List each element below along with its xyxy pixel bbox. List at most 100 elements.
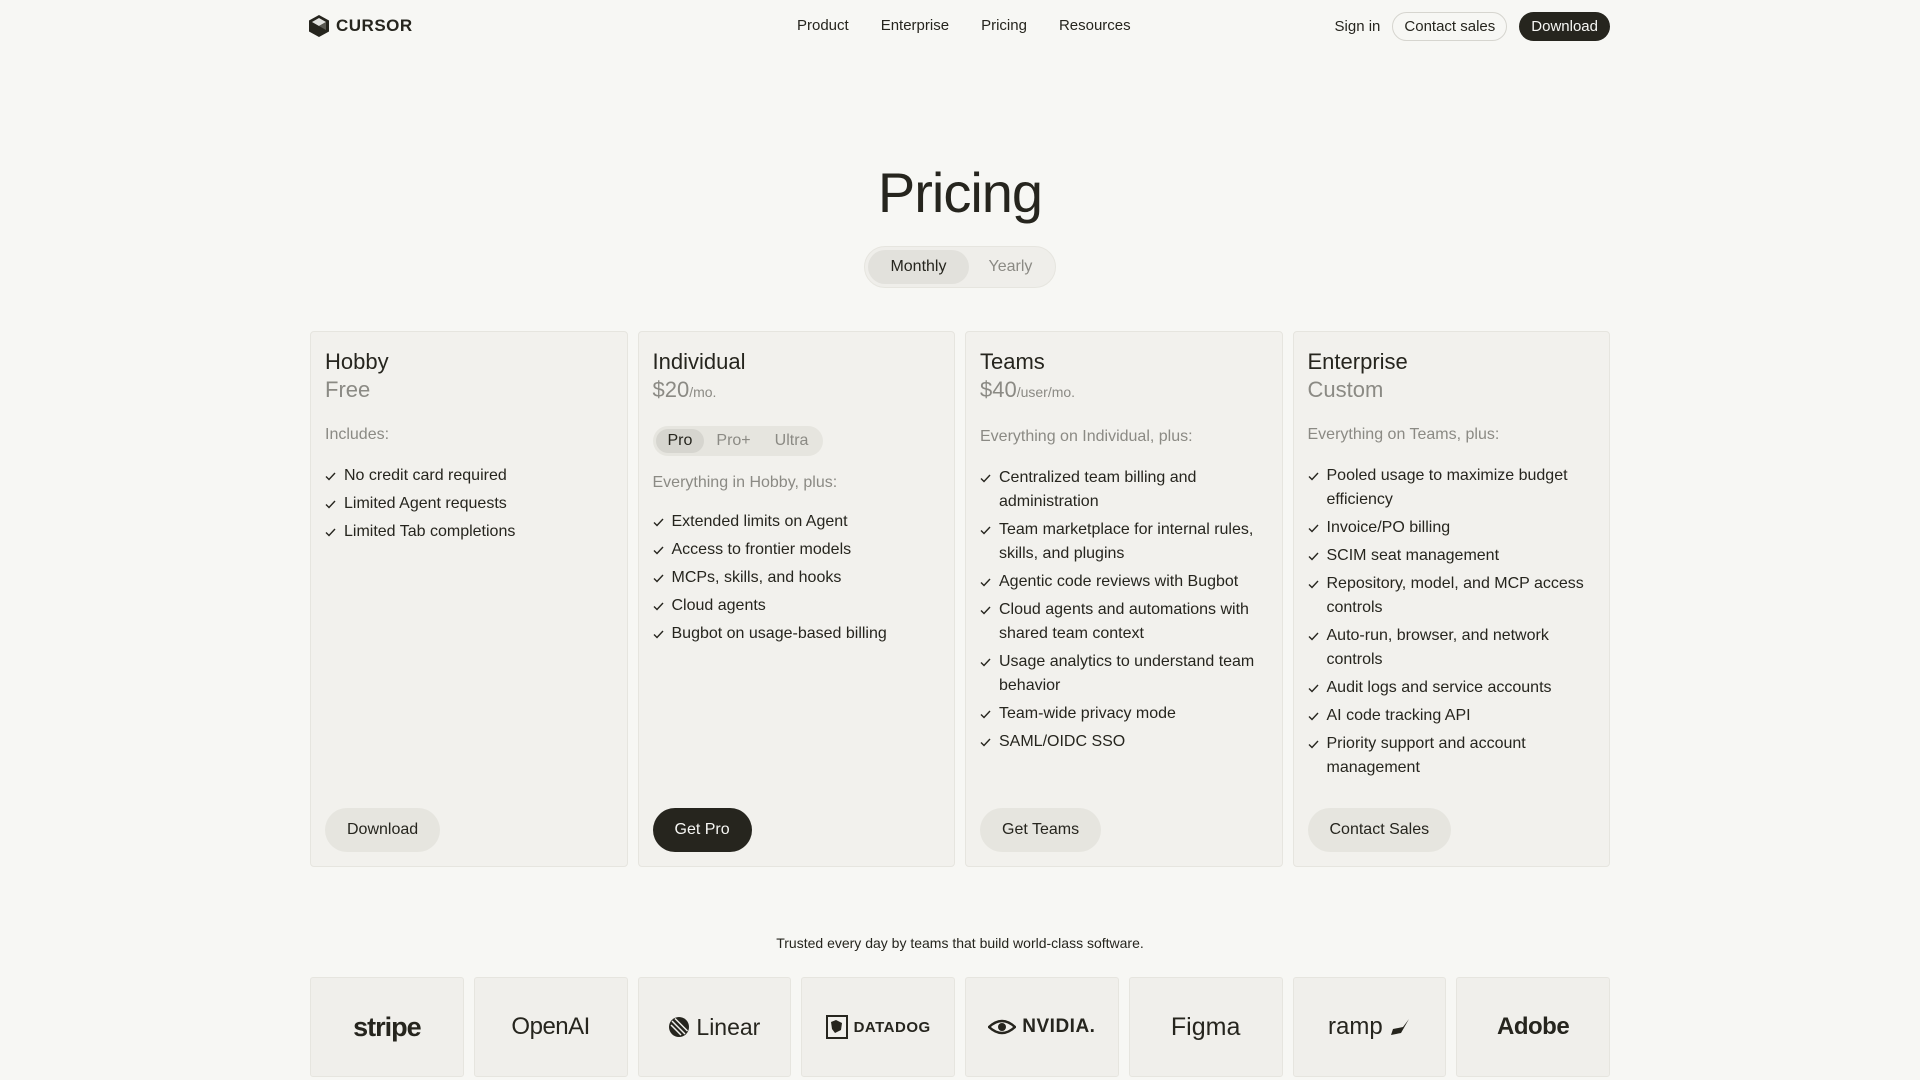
tier-pro-plus[interactable]: Pro+ bbox=[704, 429, 762, 453]
customer-logos: stripe OpenAI Linear DATADOG NVIDIA. Fig… bbox=[310, 977, 1610, 1077]
feature-text: Limited Tab completions bbox=[344, 523, 516, 540]
tier-ultra[interactable]: Ultra bbox=[763, 429, 821, 453]
check-icon bbox=[653, 566, 665, 590]
feature-list: Centralized team billing and administrat… bbox=[980, 466, 1268, 754]
feature-item: Bugbot on usage-based billing bbox=[653, 622, 941, 646]
check-icon bbox=[1308, 704, 1320, 728]
tier-pro[interactable]: Pro bbox=[655, 429, 705, 453]
feature-text: SAML/OIDC SSO bbox=[999, 733, 1126, 750]
openai-wordmark: OpenAI bbox=[511, 1013, 590, 1040]
feature-list: Pooled usage to maximize budget efficien… bbox=[1308, 464, 1596, 780]
feature-item: Cloud agents and automations with shared… bbox=[980, 598, 1268, 646]
linear-mark-icon bbox=[669, 1017, 690, 1037]
check-icon bbox=[980, 730, 992, 754]
feature-item: MCPs, skills, and hooks bbox=[653, 566, 941, 590]
check-icon bbox=[653, 510, 665, 534]
datadog-dog-icon bbox=[825, 1015, 848, 1039]
plan-name: Teams bbox=[980, 349, 1045, 374]
feature-text: Centralized team billing and administrat… bbox=[999, 469, 1197, 510]
feature-item: Team marketplace for internal rules, ski… bbox=[980, 518, 1268, 566]
feature-item: Pooled usage to maximize budget efficien… bbox=[1308, 464, 1596, 512]
check-icon bbox=[653, 594, 665, 618]
feature-item: SAML/OIDC SSO bbox=[980, 730, 1268, 754]
datadog-wordmark: DATADOG bbox=[853, 1018, 931, 1036]
billing-toggle: Monthly Yearly bbox=[864, 246, 1056, 288]
top-nav: CURSOR Product Enterprise Pricing Resour… bbox=[0, 0, 1920, 52]
feature-text: Team marketplace for internal rules, ski… bbox=[999, 521, 1254, 562]
get-pro-button[interactable]: Get Pro bbox=[652, 808, 752, 852]
feature-item: Limited Tab completions bbox=[325, 520, 613, 544]
check-icon bbox=[980, 702, 992, 726]
get-teams-button[interactable]: Get Teams bbox=[980, 808, 1102, 852]
feature-text: Cloud agents bbox=[671, 597, 766, 614]
check-icon bbox=[1308, 732, 1320, 756]
toggle-yearly[interactable]: Yearly bbox=[969, 250, 1052, 284]
feature-list: No credit card required Limited Agent re… bbox=[325, 464, 613, 544]
logo-datadog: DATADOG bbox=[801, 977, 955, 1077]
trusted-text: Trusted every day by teams that build wo… bbox=[776, 935, 1144, 951]
nav-enterprise[interactable]: Enterprise bbox=[881, 17, 949, 34]
enterprise-contact-sales-button[interactable]: Contact Sales bbox=[1307, 808, 1452, 852]
feature-item: Access to frontier models bbox=[653, 538, 941, 562]
check-icon bbox=[325, 520, 337, 544]
logo-figma: Figma bbox=[1128, 977, 1283, 1077]
hobby-download-button[interactable]: Download bbox=[325, 808, 441, 852]
pricing-cards: Hobby Free Includes: No credit card requ… bbox=[310, 331, 1610, 867]
logo-adobe: Adobe bbox=[1456, 977, 1610, 1077]
feature-item: AI code tracking API bbox=[1308, 704, 1596, 728]
toggle-monthly[interactable]: Monthly bbox=[868, 250, 969, 284]
plan-price: Free bbox=[325, 376, 613, 404]
brand-logo[interactable]: CURSOR bbox=[308, 14, 413, 38]
price-value: $40 bbox=[980, 377, 1017, 402]
feature-text: No credit card required bbox=[344, 467, 507, 484]
feature-text: Usage analytics to understand team behav… bbox=[999, 653, 1255, 694]
nav-product[interactable]: Product bbox=[797, 17, 849, 34]
nvidia-wordmark: NVIDIA. bbox=[1022, 1016, 1096, 1037]
brand-name: CURSOR bbox=[336, 16, 413, 35]
feature-text: Agentic code reviews with Bugbot bbox=[999, 573, 1239, 590]
feature-text: Invoice/PO billing bbox=[1326, 519, 1451, 536]
check-icon bbox=[1308, 624, 1320, 648]
plan-includes: Everything in Hobby, plus: bbox=[652, 474, 838, 491]
feature-text: Priority support and account management bbox=[1326, 735, 1526, 776]
nav-pricing[interactable]: Pricing bbox=[981, 17, 1027, 34]
price-value: Free bbox=[325, 377, 371, 402]
check-icon bbox=[980, 570, 992, 594]
nav-actions: Sign in Contact sales Download bbox=[1335, 12, 1610, 41]
logo-linear: Linear bbox=[637, 977, 792, 1077]
check-icon bbox=[653, 538, 665, 562]
download-button[interactable]: Download bbox=[1519, 12, 1610, 41]
feature-text: AI code tracking API bbox=[1326, 707, 1471, 724]
feature-list: Extended limits on Agent Access to front… bbox=[653, 510, 941, 646]
feature-text: Auto-run, browser, and network controls bbox=[1326, 627, 1549, 668]
ramp-mark-icon bbox=[1390, 1019, 1409, 1035]
price-value: Custom bbox=[1307, 377, 1384, 402]
contact-sales-button[interactable]: Contact sales bbox=[1392, 12, 1508, 41]
price-unit: /user/mo. bbox=[1016, 384, 1076, 400]
plan-price: $40/user/mo. bbox=[980, 376, 1268, 406]
feature-text: Limited Agent requests bbox=[344, 495, 507, 512]
plan-card-hobby: Hobby Free Includes: No credit card requ… bbox=[310, 331, 628, 867]
nav-resources[interactable]: Resources bbox=[1059, 17, 1131, 34]
logo-stripe: stripe bbox=[310, 977, 464, 1077]
plan-card-enterprise: Enterprise Custom Everything on Teams, p… bbox=[1292, 331, 1610, 867]
price-unit: /mo. bbox=[689, 384, 717, 400]
check-icon bbox=[980, 466, 992, 490]
feature-item: Priority support and account management bbox=[1308, 732, 1596, 780]
sign-in-link[interactable]: Sign in bbox=[1335, 18, 1381, 35]
plan-name: Hobby bbox=[325, 349, 389, 374]
check-icon bbox=[980, 518, 992, 542]
check-icon bbox=[1308, 676, 1320, 700]
feature-text: MCPs, skills, and hooks bbox=[671, 569, 842, 586]
tier-toggle: Pro Pro+ Ultra bbox=[652, 426, 824, 456]
feature-item: Repository, model, and MCP access contro… bbox=[1308, 572, 1596, 620]
nav-links: Product Enterprise Pricing Resources bbox=[797, 17, 1163, 34]
figma-wordmark: Figma bbox=[1170, 1012, 1241, 1041]
cube-logo-icon bbox=[309, 15, 329, 37]
logo-nvidia: NVIDIA. bbox=[965, 977, 1119, 1077]
check-icon bbox=[1308, 544, 1320, 568]
check-icon bbox=[1308, 464, 1320, 488]
plan-name: Enterprise bbox=[1307, 349, 1408, 374]
linear-wordmark: Linear bbox=[696, 1013, 761, 1040]
feature-text: Cloud agents and automations with shared… bbox=[999, 601, 1249, 642]
